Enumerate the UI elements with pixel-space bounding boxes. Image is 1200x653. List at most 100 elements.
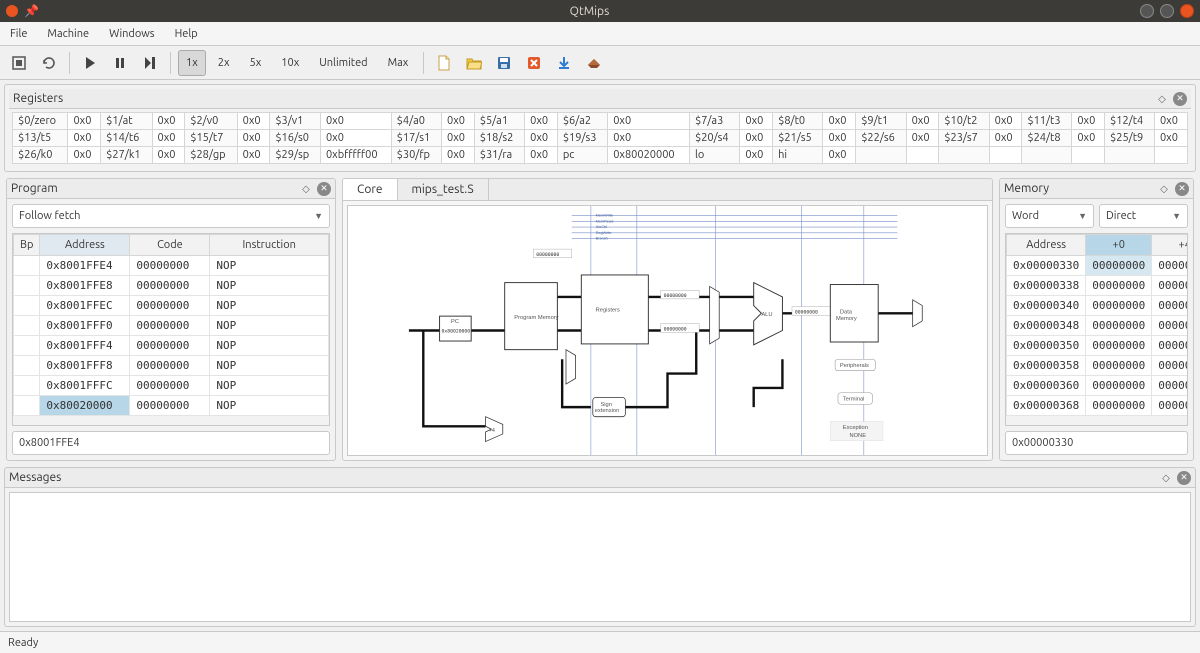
minimize-button[interactable] [1140,4,1154,18]
register-value[interactable]: 0x0 [320,130,391,147]
register-value[interactable]: 0x0 [237,113,270,130]
messages-body[interactable] [9,492,1191,622]
register-value[interactable]: 0x0 [906,113,939,130]
memory-row[interactable]: 0x000003600000000000000000 [1007,376,1189,396]
register-value[interactable]: 0x0 [525,113,558,130]
tab-source[interactable]: mips_test.S [398,179,489,200]
register-value[interactable]: 0x0 [1072,130,1105,147]
speed-5x-button[interactable]: 5x [242,50,270,76]
program-col-address[interactable]: Address [40,235,130,256]
register-value[interactable]: 0x0 [608,113,690,130]
download-button[interactable] [551,50,577,76]
memory-col-4[interactable]: +4 [1152,235,1188,256]
register-value[interactable]: 0x0 [320,113,391,130]
memory-col-addr[interactable]: Address [1007,235,1086,256]
program-row[interactable]: 0x8001FFF800000000NOP [14,356,329,376]
register-value[interactable]: 0x0 [442,130,475,147]
speed-1x-button[interactable]: 1x [178,50,206,76]
program-col-instr[interactable]: Instruction [210,235,329,256]
program-row[interactable]: 0x8001FFF400000000NOP [14,336,329,356]
register-value[interactable]: 0xbfffff00 [320,147,391,164]
speed-2x-button[interactable]: 2x [210,50,238,76]
memory-col-0[interactable]: +0 [1086,235,1152,256]
menu-machine[interactable]: Machine [37,22,99,45]
program-table-scroll[interactable]: Bp Address Code Instruction 0x8001FFE400… [12,233,330,426]
register-value[interactable]: 0x0 [442,147,475,164]
program-close-button[interactable]: ✕ [317,182,331,196]
register-value[interactable]: 0x0 [525,147,558,164]
new-machine-button[interactable] [6,50,32,76]
memory-mode-select[interactable]: Word ▼ [1005,204,1094,228]
register-value[interactable]: 0x0 [1154,113,1187,130]
register-value[interactable]: 0x0 [152,147,185,164]
program-address-input[interactable]: 0x8001FFE4 [12,431,330,455]
register-value[interactable]: 0x0 [152,130,185,147]
memory-row[interactable]: 0x000003680000000000000000 [1007,396,1189,416]
registers-close-button[interactable]: ✕ [1173,92,1187,106]
pin-icon[interactable]: 📌 [24,4,39,18]
register-value[interactable]: 0x0 [740,113,773,130]
speed-max-button[interactable]: Max [380,50,417,76]
menu-help[interactable]: Help [165,22,208,45]
register-value[interactable]: 0x0 [68,147,101,164]
register-value[interactable]: 0x0 [152,113,185,130]
register-value[interactable]: 0x0 [823,113,856,130]
register-value[interactable]: 0x0 [823,147,856,164]
register-value[interactable]: 0x80020000 [608,147,690,164]
speed-10x-button[interactable]: 10x [273,50,307,76]
memory-view-select[interactable]: Direct ▼ [1099,204,1188,228]
tab-core[interactable]: Core [343,179,398,200]
memory-row[interactable]: 0x000003300000000000000000 [1007,256,1189,276]
registers-dock-button[interactable]: ◇ [1155,92,1169,106]
register-value[interactable]: 0x0 [906,130,939,147]
new-file-button[interactable] [431,50,457,76]
program-col-code[interactable]: Code [130,235,210,256]
close-file-button[interactable] [521,50,547,76]
memory-dock-button[interactable]: ◇ [1157,182,1171,196]
memory-row[interactable]: 0x000003580000000000000000 [1007,356,1189,376]
messages-dock-button[interactable]: ◇ [1159,471,1173,485]
open-file-button[interactable] [461,50,487,76]
menu-file[interactable]: File [0,22,37,45]
register-value[interactable]: 0x0 [237,147,270,164]
memory-address-input[interactable]: 0x00000330 [1005,431,1188,455]
register-value[interactable]: 0x0 [237,130,270,147]
register-value[interactable]: 0x0 [989,113,1022,130]
register-value[interactable]: 0x0 [442,113,475,130]
pause-button[interactable] [107,50,133,76]
register-value[interactable]: 0x0 [525,130,558,147]
run-button[interactable] [77,50,103,76]
memory-row[interactable]: 0x000003400000000000000000 [1007,296,1189,316]
program-row[interactable]: 0x8001FFE400000000NOP [14,256,329,276]
program-dock-button[interactable]: ◇ [299,182,313,196]
register-value[interactable]: 0x0 [823,130,856,147]
program-col-bp[interactable]: Bp [14,235,40,256]
memory-row[interactable]: 0x000003500000000000000000 [1007,336,1189,356]
register-value[interactable]: 0x0 [608,130,690,147]
program-follow-select[interactable]: Follow fetch ▼ [12,204,330,228]
memory-row[interactable]: 0x000003480000000000000000 [1007,316,1189,336]
menu-windows[interactable]: Windows [99,22,165,45]
messages-close-button[interactable]: ✕ [1177,471,1191,485]
close-button[interactable] [1180,4,1194,18]
register-value[interactable]: 0x0 [740,130,773,147]
program-row[interactable]: 0x8001FFEC00000000NOP [14,296,329,316]
register-value[interactable]: 0x0 [1072,113,1105,130]
register-value[interactable]: 0x0 [740,147,773,164]
core-diagram[interactable]: MemWrite MemRead AluCtrl RegWrite Branch [347,205,988,456]
memory-row[interactable]: 0x000003380000000000000000 [1007,276,1189,296]
compile-button[interactable] [581,50,607,76]
save-button[interactable] [491,50,517,76]
register-value[interactable]: 0x0 [989,130,1022,147]
register-value[interactable]: 0x0 [68,130,101,147]
program-row[interactable]: 0x8001FFE800000000NOP [14,276,329,296]
register-value[interactable]: 0x0 [1154,130,1187,147]
speed-unlimited-button[interactable]: Unlimited [311,50,375,76]
program-row[interactable]: 0x8001FFF000000000NOP [14,316,329,336]
program-row[interactable]: 0x8002000000000000NOP [14,396,329,416]
memory-close-button[interactable]: ✕ [1175,182,1189,196]
register-value[interactable]: 0x0 [68,113,101,130]
step-button[interactable] [137,50,163,76]
reload-button[interactable] [36,50,62,76]
memory-table-scroll[interactable]: Address +0 +4 0x000003300000000000000000… [1005,233,1188,426]
